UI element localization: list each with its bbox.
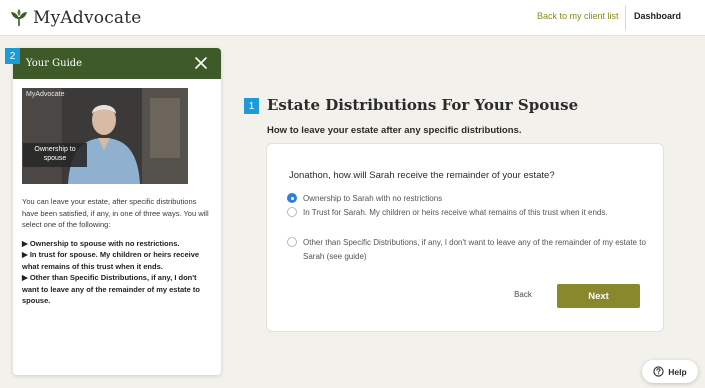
- step-badge-guide: 2: [5, 48, 20, 64]
- option-ownership[interactable]: Ownership to Sarah with no restrictions: [287, 192, 637, 206]
- video-caption: Ownership to spouse: [23, 143, 87, 167]
- guide-body: You can leave your estate, after specifi…: [22, 196, 214, 307]
- step-badge-main: 1: [244, 98, 259, 114]
- question-card: Jonathon, how will Sarah receive the rem…: [266, 143, 664, 332]
- back-to-client-list-link[interactable]: Back to my client list: [537, 11, 619, 21]
- radio-selected-icon[interactable]: [287, 193, 297, 203]
- option-label: Ownership to Sarah with no restrictions: [303, 194, 443, 203]
- guide-item: ▶ In trust for spouse. My children or he…: [22, 250, 200, 271]
- leaf-logo-icon: [11, 9, 27, 26]
- page-subtitle: How to leave your estate after any speci…: [267, 125, 522, 136]
- option-in-trust[interactable]: In Trust for Sarah. My children or heirs…: [287, 206, 637, 220]
- guide-item: ▶ Other than Specific Distributions, if …: [22, 273, 200, 305]
- logo[interactable]: MyAdvocate: [9, 6, 142, 30]
- guide-header: Your Guide: [13, 48, 221, 79]
- close-icon[interactable]: [193, 55, 209, 71]
- radio-icon[interactable]: [287, 237, 297, 247]
- help-label: Help: [668, 366, 687, 377]
- video-watermark: MyAdvocate: [26, 91, 65, 98]
- back-button[interactable]: Back: [501, 285, 545, 305]
- option-other[interactable]: Other than Specific Distributions, if an…: [287, 236, 647, 264]
- video-thumbnail: [22, 88, 188, 184]
- question-circle-icon: [653, 366, 664, 377]
- radio-icon[interactable]: [287, 207, 297, 217]
- next-button[interactable]: Next: [557, 284, 640, 308]
- logo-text: MyAdvocate: [33, 8, 142, 28]
- guide-panel: Your Guide MyAdvocate Ownership to spous…: [13, 48, 221, 375]
- option-label: In Trust for Sarah. My children or heirs…: [303, 208, 608, 217]
- option-label: Other than Specific Distributions, if an…: [303, 238, 646, 261]
- page-title: Estate Distributions For Your Spouse: [267, 96, 579, 114]
- divider: [625, 6, 626, 30]
- help-button[interactable]: Help: [642, 360, 698, 383]
- question-text: Jonathon, how will Sarah receive the rem…: [289, 170, 555, 181]
- guide-item: ▶ Ownership to spouse with no restrictio…: [22, 238, 180, 248]
- guide-intro: You can leave your estate, after specifi…: [22, 197, 209, 229]
- dashboard-link[interactable]: Dashboard: [634, 11, 681, 21]
- top-navigation-bar: MyAdvocate Back to my client list Dashbo…: [0, 0, 705, 36]
- guide-title: Your Guide: [26, 58, 83, 69]
- guide-video[interactable]: MyAdvocate Ownership to spouse: [22, 88, 188, 184]
